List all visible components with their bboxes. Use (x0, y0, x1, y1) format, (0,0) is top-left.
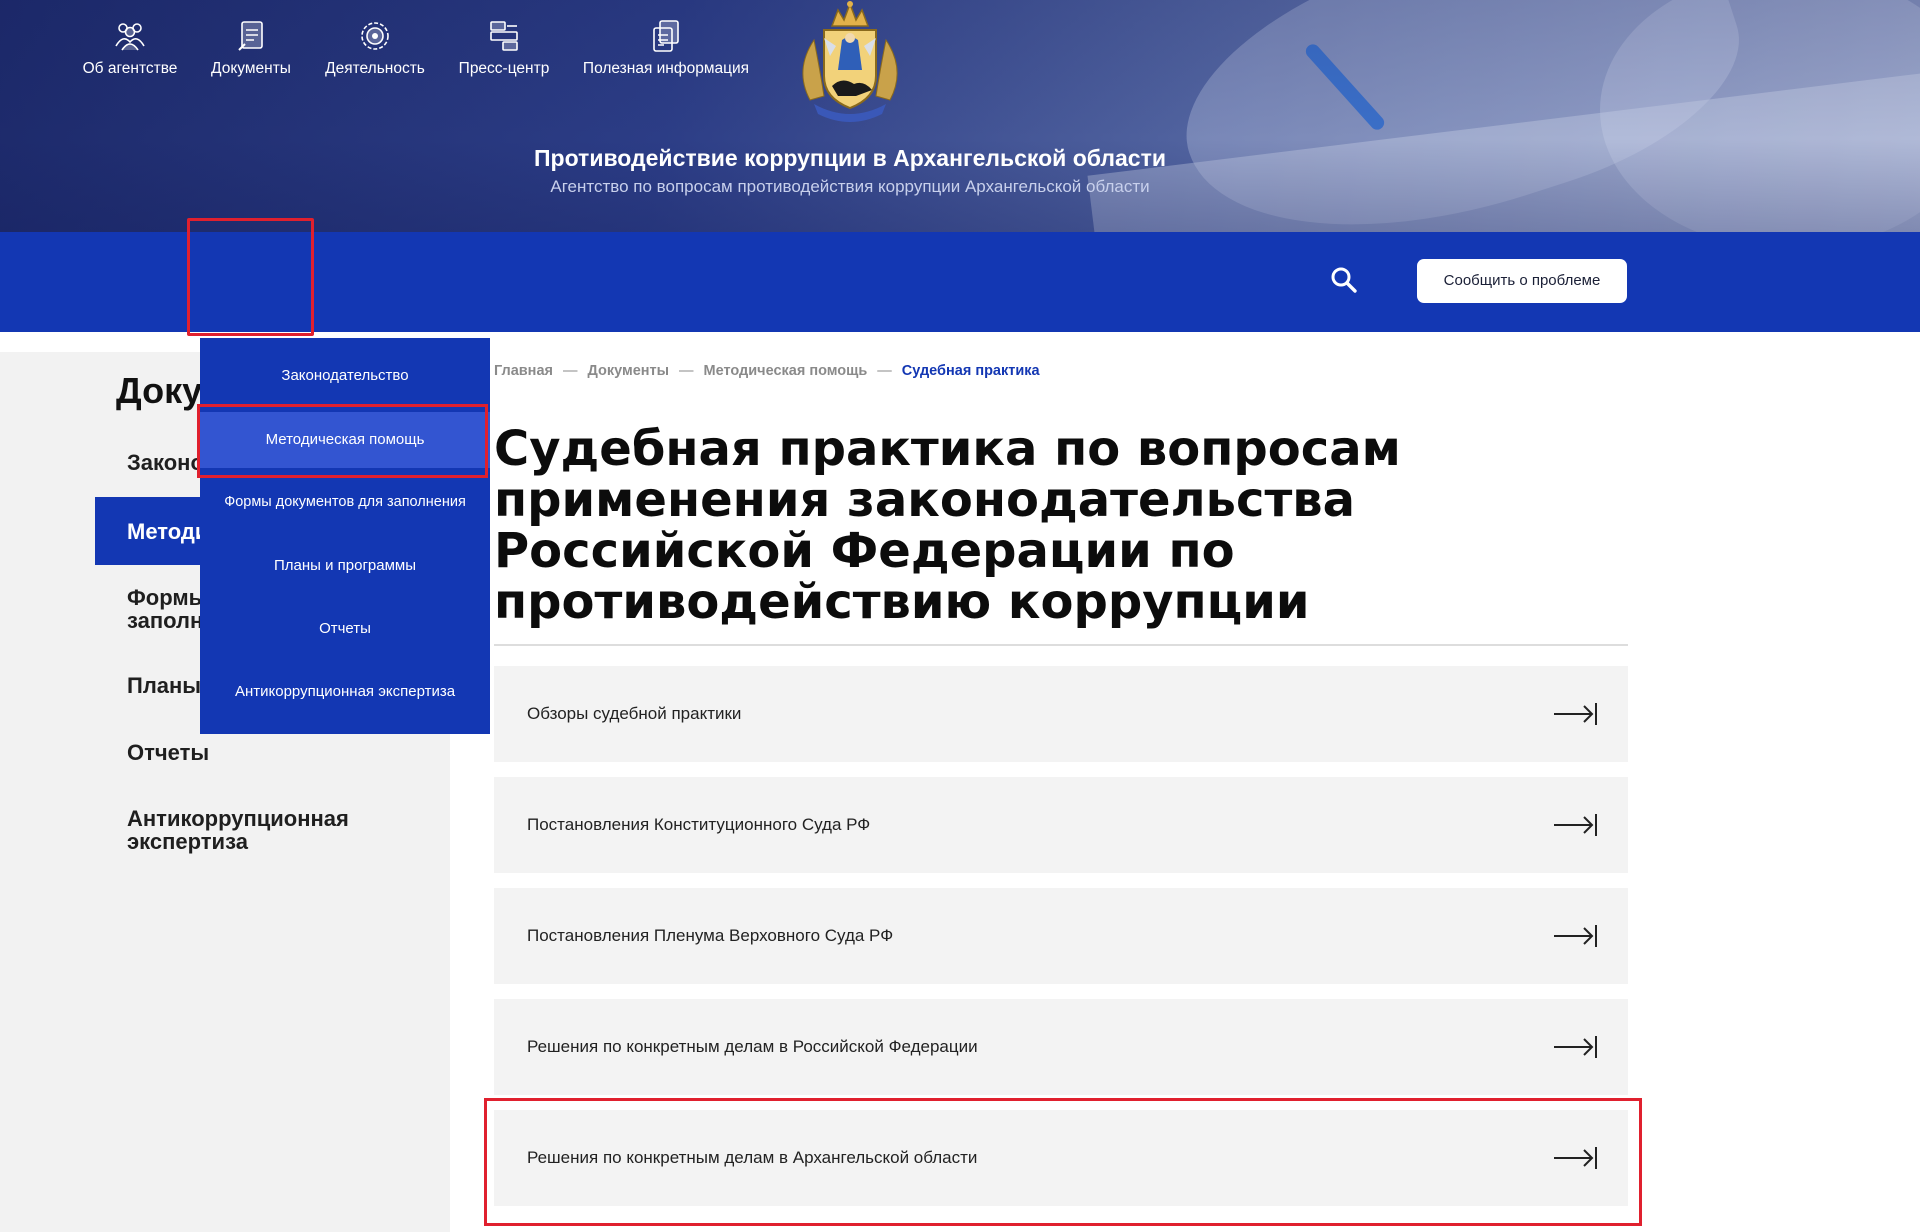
arrow-right-bar-icon (1554, 1036, 1597, 1058)
activity-gear-icon (361, 22, 389, 50)
sidebar-item-label: экспертиза (127, 829, 248, 854)
breadcrumb-link-methodical-help[interactable]: Методическая помощь (704, 363, 868, 379)
documents-dropdown-menu (200, 338, 490, 734)
highlight-arkhangelsk-cases (484, 1098, 1642, 1226)
nav-item-useful-info[interactable]: Полезная информация (580, 18, 752, 88)
list-item-cases-russian-federation[interactable]: Решения по конкретным делам в Российской… (494, 999, 1628, 1095)
list-item-court-practice-reviews[interactable]: Обзоры судебной практики (494, 666, 1628, 762)
site-subtitle: Агентство по вопросам противодействия ко… (550, 177, 1150, 196)
highlight-methodical-help (197, 404, 488, 478)
list-item-label: Решения по конкретным делам в Российской… (527, 1037, 978, 1056)
list-item-constitutional-court-rulings[interactable]: Постановления Конституционного Суда РФ (494, 777, 1628, 873)
page-title: Судебная практика по вопросам применения… (494, 421, 1401, 630)
breadcrumb-separator: — (679, 363, 694, 379)
arrow-right-bar-icon (1554, 814, 1597, 836)
sidebar-item-label: Формы (127, 585, 208, 610)
nav-item-press-center[interactable]: Пресс-центр (456, 18, 552, 88)
dropdown-item-document-forms[interactable]: Формы документов для заполнения (200, 494, 490, 510)
sidebar-item-forms[interactable]: Формы заполн (127, 586, 207, 632)
nav-item-activity[interactable]: Деятельность (322, 18, 428, 88)
search-icon[interactable] (1328, 264, 1360, 296)
sidebar-item-label: заполн (127, 608, 204, 633)
nav-item-documents[interactable]: Документы (204, 18, 298, 88)
highlight-documents-nav (187, 218, 314, 336)
press-center-icon (490, 21, 518, 51)
list-item-label: Постановления Конституционного Суда РФ (527, 815, 871, 834)
dropdown-item-anticorruption-expertise[interactable]: Антикоррупционная экспертиза (200, 683, 490, 700)
dropdown-item-plans-programs[interactable]: Планы и программы (200, 557, 490, 574)
dropdown-item-legislation[interactable]: Законодательство (200, 367, 490, 384)
sidebar-item-label: Методи (127, 519, 209, 544)
list-item-label: Обзоры судебной практики (527, 704, 742, 723)
sidebar-item-anticorruption-expertise[interactable]: Антикоррупционная экспертиза (127, 807, 349, 853)
breadcrumb-link-home[interactable]: Главная (494, 363, 553, 379)
nav-label: Полезная информация (582, 60, 750, 77)
list-item-label: Постановления Пленума Верховного Суда РФ (527, 926, 894, 945)
breadcrumb-current: Судебная практика (901, 363, 1040, 379)
sidebar-item-plans[interactable]: Планы (127, 674, 201, 697)
document-icon (238, 21, 263, 51)
arrow-right-bar-icon (1554, 925, 1597, 947)
nav-label: Об агентстве (82, 60, 178, 77)
site-title: Противодействие коррупции в Архангельско… (534, 145, 1166, 171)
title-divider (494, 644, 1628, 646)
breadcrumb-separator: — (877, 363, 892, 379)
sidebar-title: Доку (116, 370, 203, 411)
report-problem-button[interactable]: Сообщить о проблеме (1417, 259, 1627, 303)
nav-item-about[interactable]: Об агентстве (82, 18, 178, 88)
breadcrumb-separator: — (562, 363, 578, 379)
sidebar-item-label: Антикоррупционная (127, 806, 349, 831)
coat-of-arms-icon[interactable] (784, 0, 916, 124)
sidebar-item-reports[interactable]: Отчеты (127, 741, 209, 764)
nav-label: Пресс-центр (458, 60, 550, 77)
nav-label: Деятельность (325, 60, 425, 77)
people-icon (115, 23, 145, 51)
breadcrumb: Главная — Документы — Методическая помощь — Су… (494, 363, 1040, 379)
dropdown-item-reports[interactable]: Отчеты (200, 620, 490, 637)
sidebar-item-legislation[interactable]: Законо (127, 451, 204, 474)
breadcrumb-link-documents[interactable]: Документы (587, 363, 669, 379)
info-docs-icon (653, 20, 679, 52)
arrow-right-bar-icon (1554, 703, 1597, 725)
list-item-supreme-court-plenum-rulings[interactable]: Постановления Пленума Верховного Суда РФ (494, 888, 1628, 984)
nav-label: Документы (211, 60, 291, 77)
